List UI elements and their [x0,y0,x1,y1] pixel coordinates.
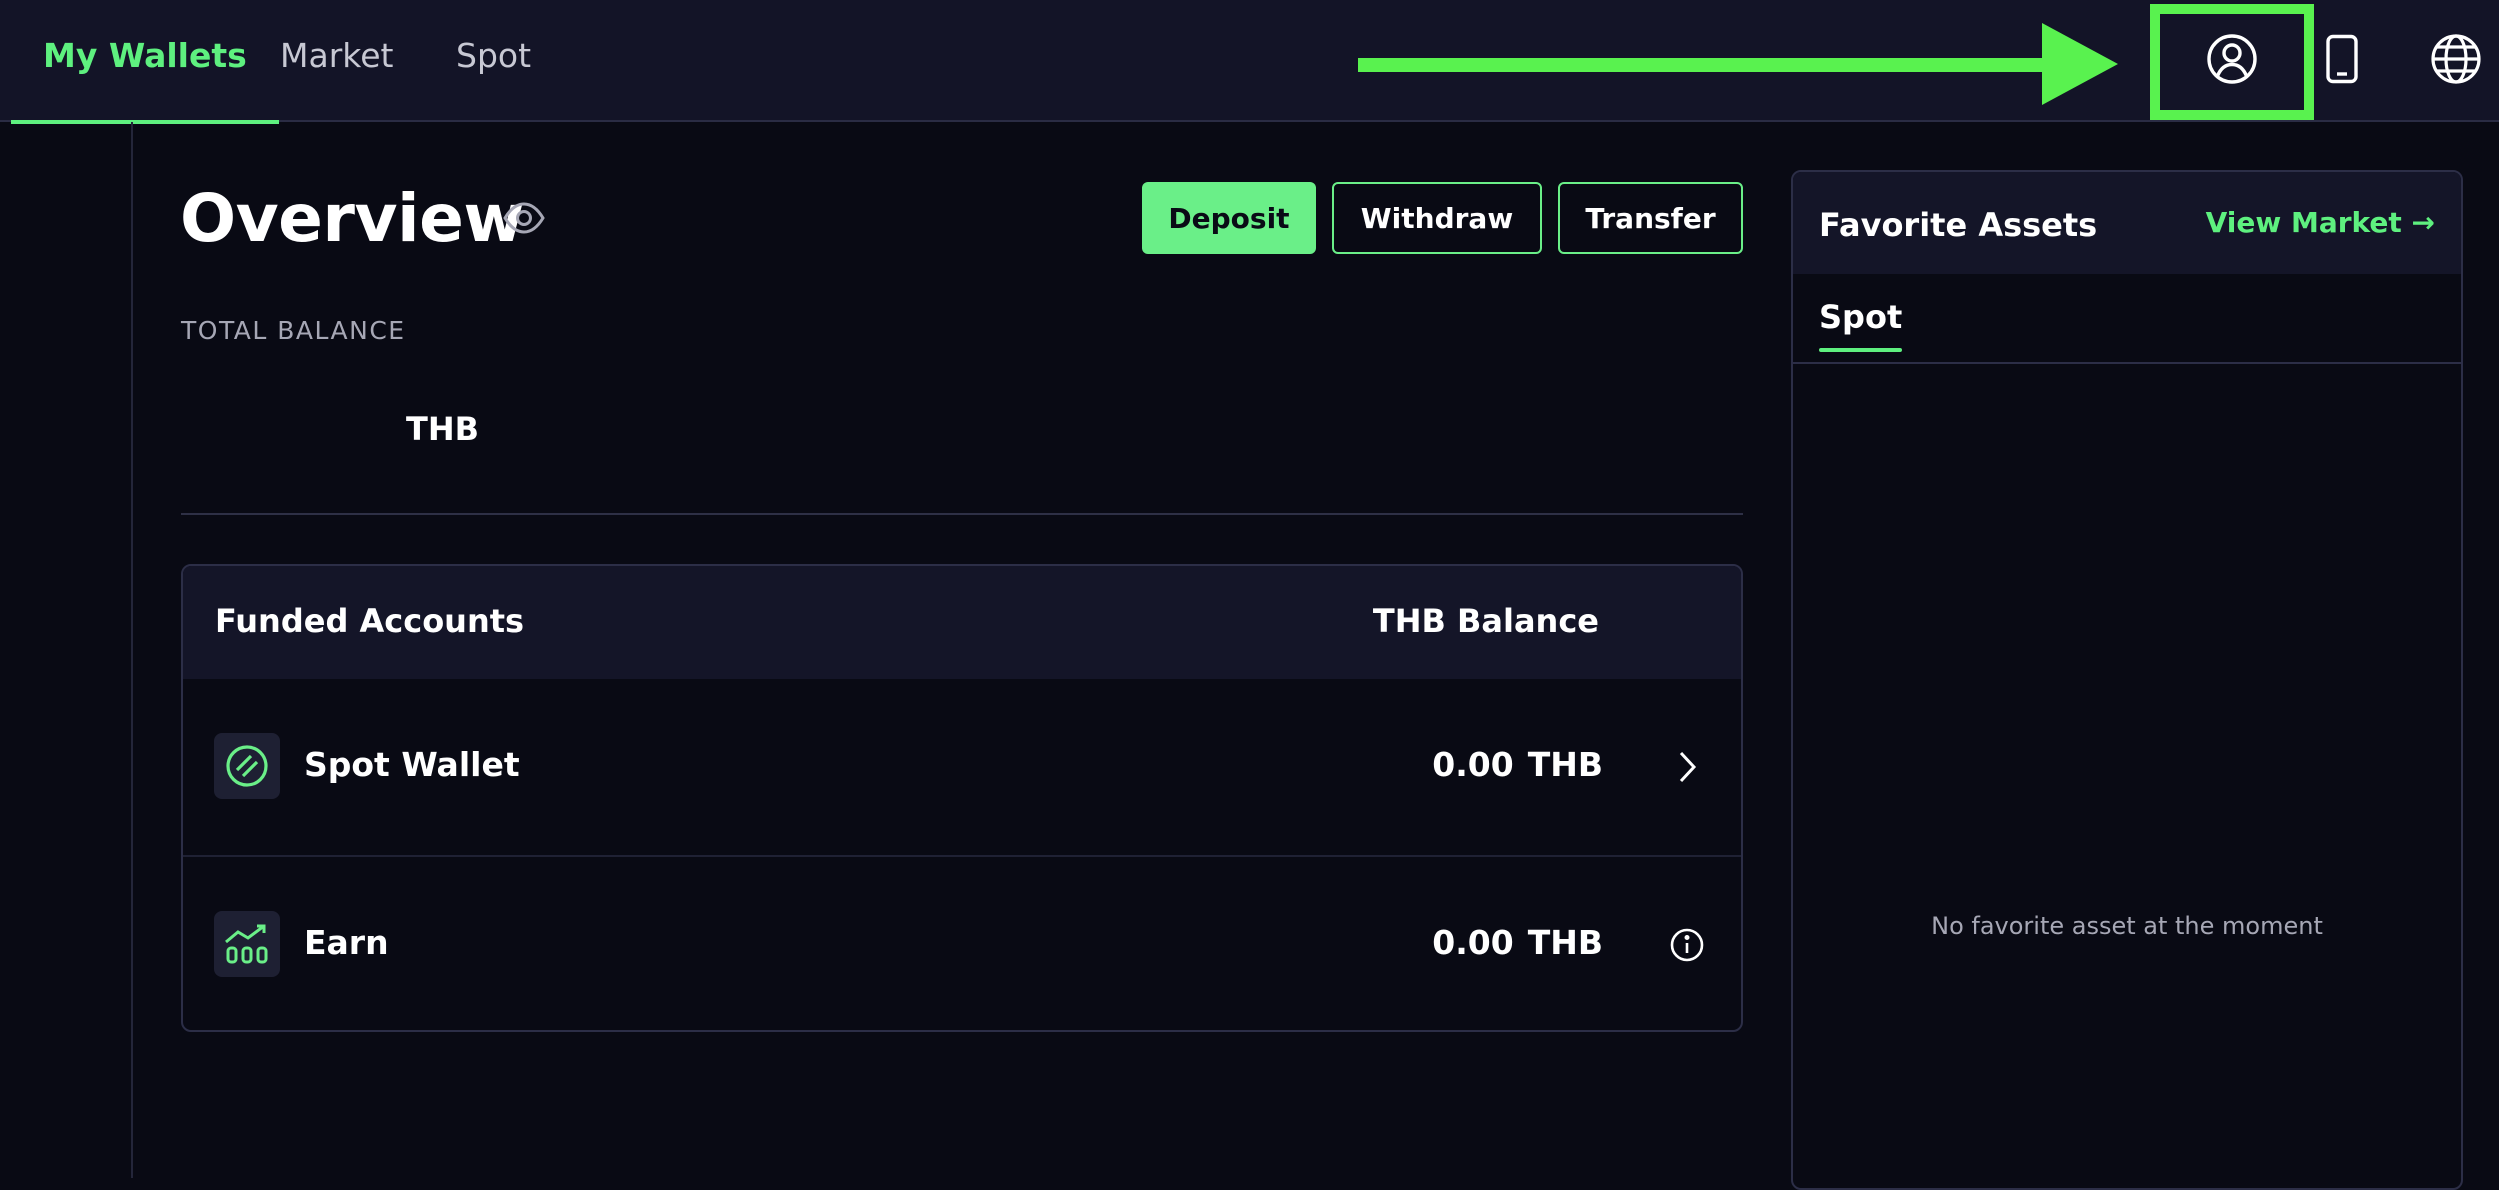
nav-tab-spot[interactable]: Spot [456,0,531,122]
nav-tab-my-wallets[interactable]: My Wallets [11,0,279,124]
left-rail-divider [131,122,133,1178]
mobile-phone-icon[interactable] [2311,28,2373,90]
thb-balance-column-header: THB Balance [1372,602,1599,640]
eye-icon[interactable] [502,198,546,238]
top-navigation-bar: My Wallets Market Spot [0,0,2499,124]
account-name: Spot Wallet [304,745,520,784]
view-market-link[interactable]: View Market → [2206,206,2435,239]
chevron-right-icon[interactable] [1667,747,1707,787]
account-name: Earn [304,923,389,962]
favorite-assets-panel: Favorite Assets View Market → Spot No fa… [1791,170,2463,1190]
earn-chart-icon [214,911,280,977]
favorite-assets-header: Favorite Assets View Market → [1793,172,2461,274]
tab-spot[interactable]: Spot [1819,298,1903,352]
favorite-assets-tabs: Spot [1793,274,2461,364]
annotation-highlight-box [2150,4,2314,120]
funded-accounts-table: Funded Accounts THB Balance Spot Wallet … [181,564,1743,1032]
funded-accounts-title: Funded Accounts [215,602,525,640]
account-balance-value: 0.00 [1432,745,1514,784]
account-balance-currency: THB [1527,745,1603,784]
section-divider [181,513,1743,515]
empty-state-message: No favorite asset at the moment [1931,912,2323,940]
total-balance-label: TOTAL BALANCE [181,316,406,345]
spot-wallet-icon [214,733,280,799]
funded-accounts-header: Funded Accounts THB Balance [183,566,1741,679]
favorite-assets-title: Favorite Assets [1819,206,2098,244]
account-balance-value: 0.00 [1432,923,1514,962]
withdraw-button[interactable]: Withdraw [1332,182,1542,254]
account-balance: 0.00 THB [1432,923,1603,962]
page-title: Overview [180,180,524,257]
nav-tab-market[interactable]: Market [280,0,393,122]
annotation-arrow [1358,23,2118,105]
globe-icon[interactable] [2425,28,2487,90]
account-balance: 0.00 THB [1432,745,1603,784]
info-icon[interactable] [1667,925,1707,965]
total-balance-currency: THB [406,410,479,448]
account-balance-currency: THB [1527,923,1603,962]
account-row-spot-wallet[interactable]: Spot Wallet 0.00 THB [183,679,1741,855]
deposit-button[interactable]: Deposit [1142,182,1316,254]
account-row-earn[interactable]: Earn 0.00 THB [183,855,1741,1030]
transfer-button[interactable]: Transfer [1558,182,1743,254]
